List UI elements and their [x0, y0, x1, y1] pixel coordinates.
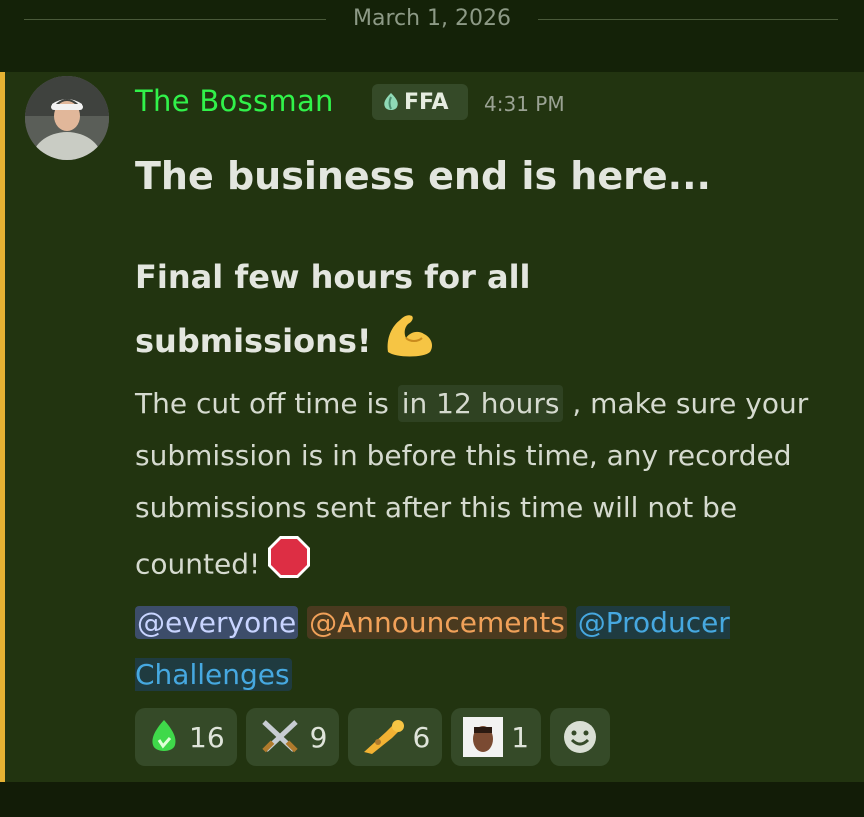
- divider-line-left: [24, 19, 326, 20]
- smiley-icon: [564, 721, 597, 753]
- leaf-icon: [384, 93, 398, 110]
- countdown-timestamp[interactable]: in 12 hours: [397, 385, 564, 422]
- mention-everyone[interactable]: @everyone: [135, 606, 299, 639]
- face-avatar-icon: [463, 717, 504, 757]
- crossed-swords-icon: [261, 720, 298, 753]
- message-heading: The business end is here...: [135, 154, 711, 198]
- role-tag[interactable]: FFA: [372, 84, 468, 120]
- message-body: The cut off time is in 12 hours , make s…: [135, 378, 825, 701]
- highlight-bar: [0, 72, 5, 782]
- username[interactable]: The Bossman: [135, 84, 334, 118]
- reaction-count: 1: [511, 720, 530, 754]
- reaction-face[interactable]: 1: [451, 708, 542, 766]
- reaction-trumpet[interactable]: 6: [348, 708, 443, 766]
- bottom-strip: [0, 782, 864, 817]
- reaction-green-drop[interactable]: 16: [135, 708, 237, 766]
- date-divider: March 1, 2026: [0, 0, 864, 72]
- reaction-count: 16: [189, 720, 225, 754]
- date-label: March 1, 2026: [352, 6, 512, 31]
- mention-announcements[interactable]: @Announcements: [307, 606, 567, 639]
- avatar[interactable]: [25, 76, 109, 160]
- reaction-crossed-swords[interactable]: 9: [245, 708, 340, 766]
- add-reaction-button[interactable]: [550, 708, 611, 766]
- message: The Bossman FFA 4:31 PM The business end…: [0, 72, 864, 782]
- role-tag-label: FFA: [404, 89, 449, 115]
- reaction-count: 6: [412, 720, 431, 754]
- body-text-start: The cut off time is: [135, 387, 398, 420]
- message-timestamp: 4:31 PM: [484, 92, 565, 116]
- divider-line-right: [538, 19, 838, 20]
- trumpet-icon: [364, 720, 405, 754]
- subheading-text: Final few hours for all submissions!: [135, 258, 531, 360]
- green-drop-icon: [152, 720, 176, 751]
- message-subheading: Final few hours for all submissions!: [135, 246, 555, 378]
- reactions-bar: 16 9 6 1: [135, 708, 611, 766]
- flexed-biceps-icon: [382, 308, 438, 378]
- reaction-count: 9: [309, 720, 328, 754]
- stop-sign-icon: [266, 534, 312, 597]
